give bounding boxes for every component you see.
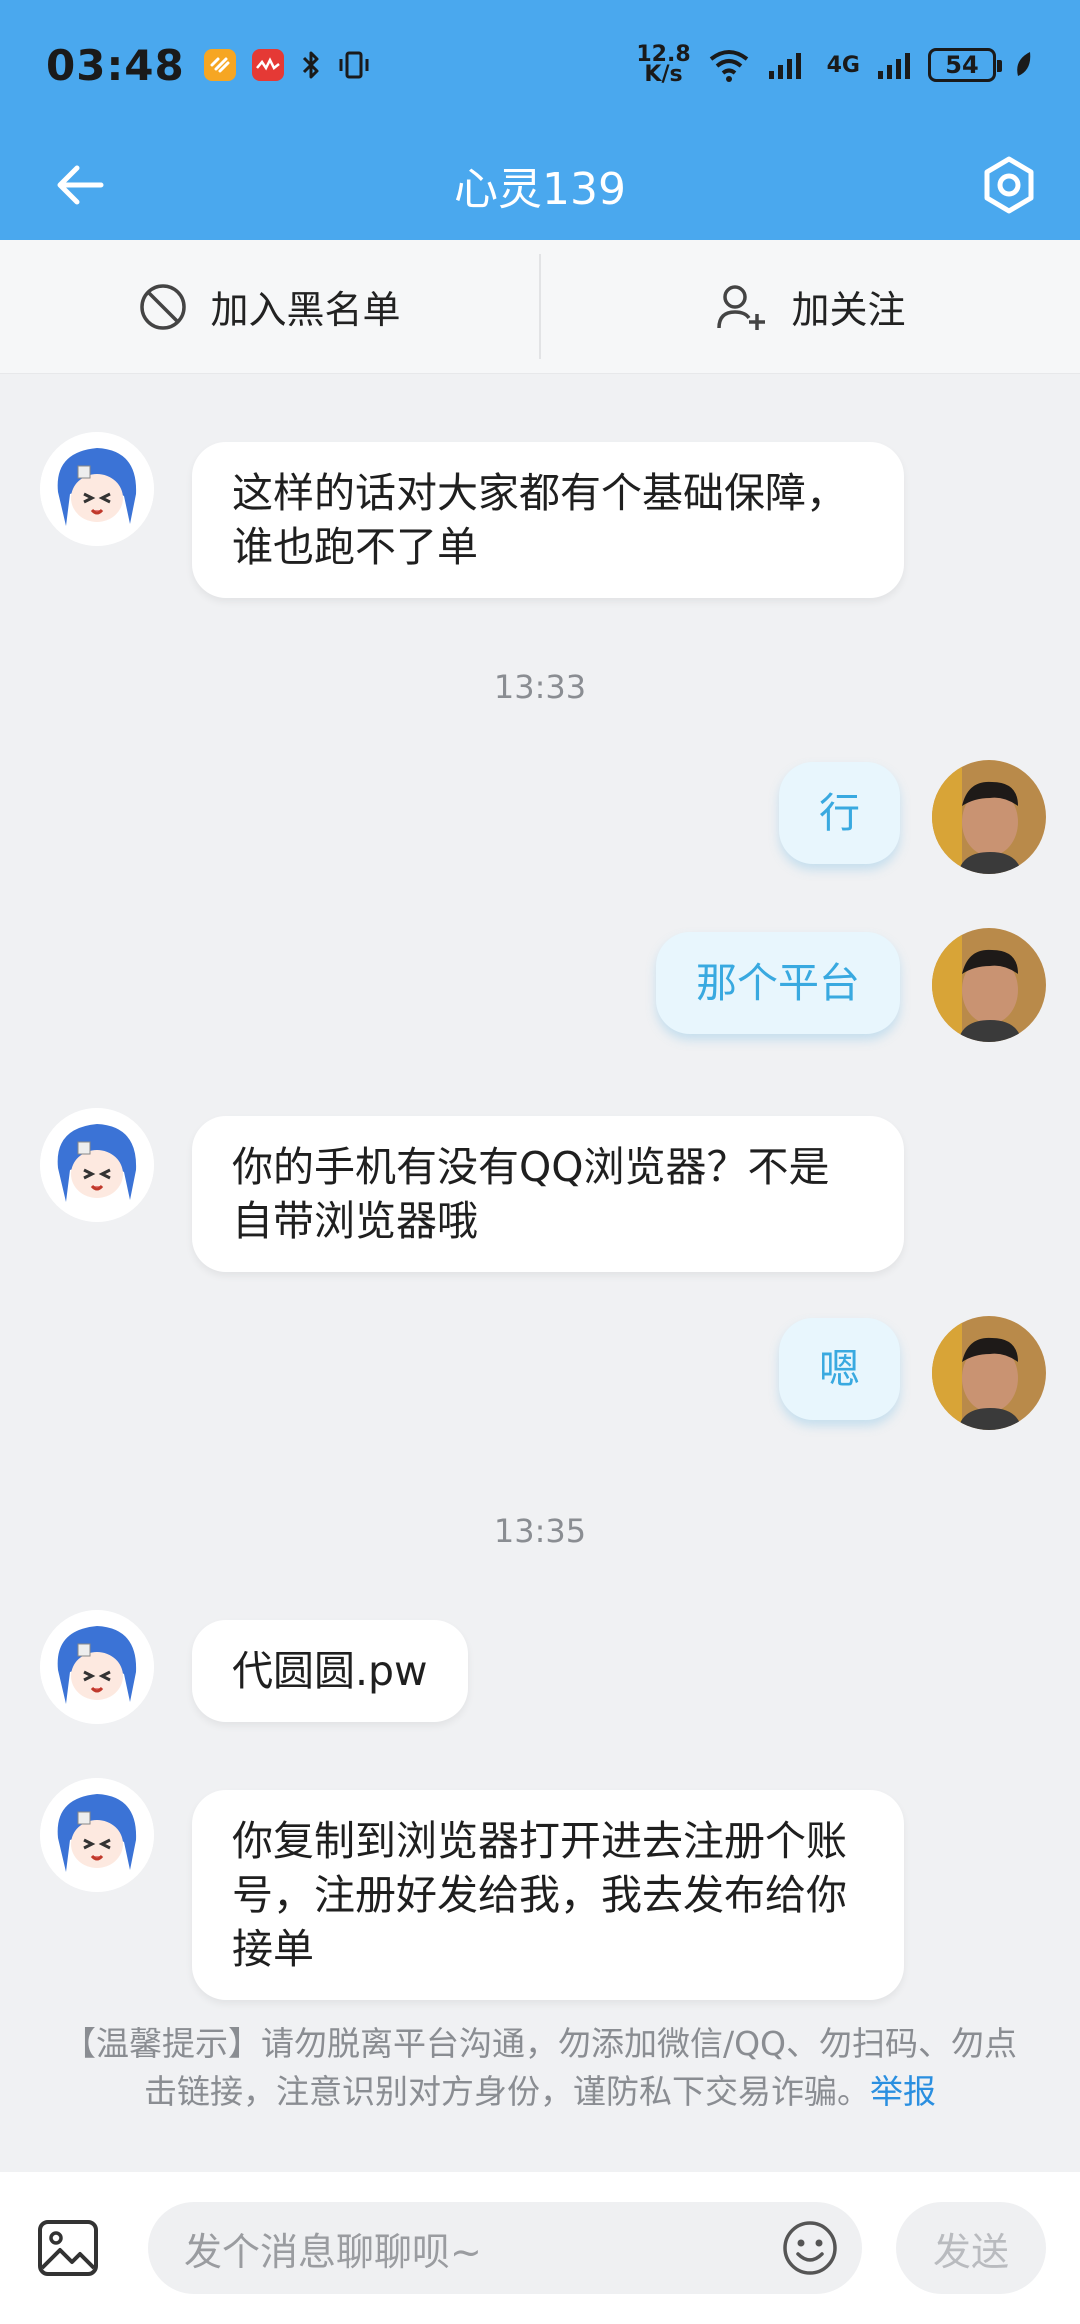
avatar[interactable] <box>40 432 154 546</box>
network-type: 4G <box>826 52 860 78</box>
message-bubble-outgoing[interactable]: 嗯 <box>779 1318 900 1420</box>
page-title: 心灵139 <box>454 164 626 215</box>
report-link[interactable]: 举报 <box>870 2072 936 2111</box>
user-photo-avatar-icon <box>932 1316 1046 1430</box>
message-bubble-incoming[interactable]: 你复制到浏览器打开进去注册个账号，注册好发给我，我去发布给你接单 <box>192 1790 904 2000</box>
message-input[interactable]: 发个消息聊聊呗~ <box>148 2202 862 2294</box>
add-user-icon <box>717 284 766 330</box>
status-right: 12.8 K/s 4G 54 <box>636 44 1034 87</box>
signal-icon <box>878 53 910 79</box>
message-input-placeholder: 发个消息聊聊呗~ <box>184 2229 482 2274</box>
leaf-icon <box>1017 52 1031 76</box>
settings-button[interactable] <box>974 150 1044 220</box>
anime-avatar-icon <box>40 1610 154 1724</box>
blacklist-button[interactable]: 加入黑名单 <box>0 240 539 373</box>
message-bubble-incoming[interactable]: 这样的话对大家都有个基础保障，谁也跑不了单 <box>192 442 904 598</box>
message-bubble-outgoing[interactable]: 行 <box>779 762 900 864</box>
message-bubble-incoming[interactable]: 代圆圆.pw <box>192 1620 468 1722</box>
image-picker-button[interactable] <box>36 2216 100 2280</box>
user-photo-avatar-icon <box>932 928 1046 1042</box>
message-bubble-outgoing[interactable]: 那个平台 <box>656 932 900 1034</box>
follow-label: 加关注 <box>791 288 906 332</box>
avatar[interactable] <box>40 1778 154 1892</box>
avatar[interactable] <box>40 1108 154 1222</box>
message-bubble-incoming[interactable]: 你的手机有没有QQ浏览器？不是自带浏览器哦 <box>192 1116 904 1272</box>
avatar[interactable] <box>932 928 1046 1042</box>
anime-avatar-icon <box>40 1778 154 1892</box>
chat-screen: 03:48 12.8 K/s 4G 54 心灵139 加入黑名单 加关注 这样的… <box>0 0 1080 2324</box>
send-button[interactable]: 发送 <box>896 2202 1046 2294</box>
battery-icon: 54 <box>928 48 1002 82</box>
action-bar: 加入黑名单 加关注 <box>0 240 1080 374</box>
wifi-icon <box>709 50 748 82</box>
arrow-left-icon <box>57 165 104 205</box>
header: 03:48 12.8 K/s 4G 54 心灵139 <box>0 0 1080 240</box>
signal-icon <box>768 53 801 79</box>
avatar[interactable] <box>40 1610 154 1724</box>
smiley-icon <box>783 2221 837 2275</box>
status-time: 03:48 <box>46 40 185 90</box>
status-bar: 03:48 12.8 K/s 4G 54 <box>0 0 1080 130</box>
title-bar: 心灵139 <box>0 130 1080 240</box>
app-notification-icon <box>251 49 284 81</box>
bluetooth-icon <box>302 51 319 79</box>
input-bar: 发个消息聊聊呗~ 发送 <box>0 2172 1080 2324</box>
blacklist-label: 加入黑名单 <box>210 288 401 332</box>
net-speed: 12.8 K/s <box>636 44 690 87</box>
gear-icon <box>984 156 1034 214</box>
message-timestamp: 13:35 <box>493 1512 587 1550</box>
safety-notice: 【温馨提示】请勿脱离平台沟通，勿添加微信/QQ、勿扫码、勿点击链接，注意识别对方… <box>60 2020 1020 2116</box>
notification-icons <box>203 48 371 82</box>
message-timestamp: 13:33 <box>493 668 587 706</box>
user-photo-avatar-icon <box>932 760 1046 874</box>
battery-level: 54 <box>945 51 979 79</box>
avatar[interactable] <box>932 1316 1046 1430</box>
anime-avatar-icon <box>40 432 154 546</box>
emoji-button[interactable] <box>780 2218 840 2278</box>
follow-button[interactable]: 加关注 <box>541 240 1080 373</box>
vibrate-icon <box>339 51 369 79</box>
image-icon <box>38 2220 98 2276</box>
app-notification-icon <box>203 49 236 81</box>
block-icon <box>140 283 187 330</box>
net-speed-unit: K/s <box>644 62 683 87</box>
back-button[interactable] <box>50 155 110 215</box>
anime-avatar-icon <box>40 1108 154 1222</box>
avatar[interactable] <box>932 760 1046 874</box>
